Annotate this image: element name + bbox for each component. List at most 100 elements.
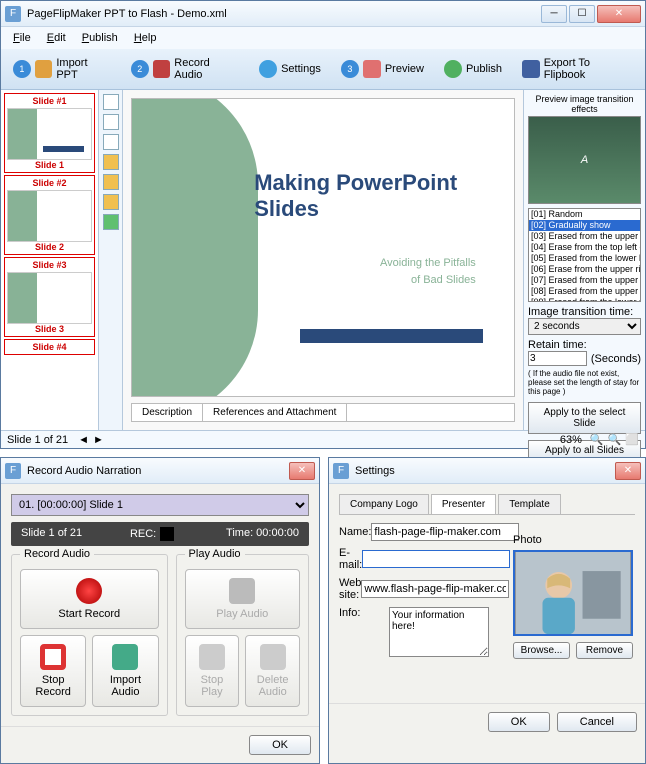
thumb-2[interactable]: Slide #2Slide 2 <box>4 175 95 255</box>
close-button[interactable]: ✕ <box>597 5 641 23</box>
menu-edit[interactable]: Edit <box>39 29 74 47</box>
stop-play-button[interactable]: Stop Play <box>185 635 240 707</box>
tab-template[interactable]: Template <box>498 494 561 514</box>
zoom-value: 63% <box>560 434 582 446</box>
transition-item[interactable]: [06] Erase from the upper right <box>529 264 640 275</box>
website-label: Web site: <box>339 577 361 601</box>
menu-bar: File Edit Publish Help <box>1 27 645 49</box>
zoom-out-icon[interactable]: 🔍 <box>590 433 604 446</box>
close-button[interactable]: ✕ <box>615 462 641 480</box>
next-slide-icon[interactable]: ► <box>93 434 104 446</box>
import-audio-icon <box>112 644 138 670</box>
delete-icon <box>260 644 286 670</box>
import-audio-button[interactable]: Import Audio <box>92 635 158 707</box>
import-ppt-button[interactable]: 1Import PPT <box>7 55 117 83</box>
transition-item[interactable]: [01] Random <box>529 209 640 220</box>
remove-button[interactable]: Remove <box>576 642 633 659</box>
menu-file[interactable]: File <box>5 29 39 47</box>
start-record-button[interactable]: Start Record <box>20 569 159 629</box>
transition-item[interactable]: [08] Erased from the upper righ <box>529 286 640 297</box>
name-field[interactable] <box>371 523 519 541</box>
ok-button[interactable]: OK <box>249 735 311 755</box>
book-icon <box>522 60 540 78</box>
pointer-tool-icon[interactable] <box>103 94 119 110</box>
photo-label: Photo <box>513 534 542 546</box>
highlight-tool-icon[interactable] <box>103 194 119 210</box>
play-icon <box>229 578 255 604</box>
prev-slide-icon[interactable]: ◄ <box>78 434 89 446</box>
export-flipbook-button[interactable]: Export To Flipbook <box>516 55 639 83</box>
transition-preview: A <box>528 116 641 204</box>
app-icon: F <box>5 463 21 479</box>
record-icon <box>76 578 102 604</box>
tab-references[interactable]: References and Attachment <box>203 404 347 421</box>
tab-company-logo[interactable]: Company Logo <box>339 494 429 514</box>
thumb-1[interactable]: Slide #1Slide 1 <box>4 93 95 173</box>
settings-title: Settings <box>355 465 613 477</box>
email-field[interactable] <box>362 550 510 568</box>
photo-group: Photo Browse... Remove <box>513 534 633 659</box>
globe-icon <box>444 60 462 78</box>
zoom-in-icon[interactable]: 🔍 <box>608 433 622 446</box>
info-field[interactable]: Your information here! <box>389 607 489 657</box>
magnify-icon <box>363 60 381 78</box>
line-tool-icon[interactable] <box>103 114 119 130</box>
import-icon <box>35 60 53 78</box>
tab-description[interactable]: Description <box>132 404 203 421</box>
transition-list[interactable]: [01] Random[02] Gradually show[03] Erase… <box>528 208 641 302</box>
transition-item[interactable]: [07] Erased from the upper righ <box>529 275 640 286</box>
record-titlebar[interactable]: F Record Audio Narration ✕ <box>1 458 319 484</box>
stop-record-button[interactable]: Stop Record <box>20 635 86 707</box>
shape-tool-icon[interactable] <box>103 174 119 190</box>
slide-preview[interactable]: Making PowerPoint Slides Avoiding the Pi… <box>131 98 515 397</box>
transition-item[interactable]: [04] Erase from the top left corn <box>529 242 640 253</box>
arrows-tool-icon[interactable] <box>103 214 119 230</box>
app-icon: F <box>333 463 349 479</box>
record-title: Record Audio Narration <box>27 465 287 477</box>
drawing-toolbar <box>99 90 123 430</box>
bottom-tabs: Description References and Attachment <box>131 403 515 422</box>
website-field[interactable] <box>361 580 509 598</box>
record-group: Record Audio Start Record Stop Record Im… <box>11 554 168 716</box>
browse-button[interactable]: Browse... <box>513 642 570 659</box>
minimize-button[interactable]: ─ <box>541 5 567 23</box>
zoom-actual-icon[interactable]: ⬜ <box>625 433 639 446</box>
stop-icon <box>40 644 66 670</box>
main-window: F PageFlipMaker PPT to Flash - Demo.xml … <box>0 0 646 449</box>
preview-button[interactable]: 3Preview <box>335 55 430 83</box>
transition-item[interactable]: [03] Erased from the upper left c <box>529 231 640 242</box>
close-button[interactable]: ✕ <box>289 462 315 480</box>
slide-editor: Making PowerPoint Slides Avoiding the Pi… <box>123 90 523 430</box>
ok-button[interactable]: OK <box>488 712 550 732</box>
main-titlebar[interactable]: F PageFlipMaker PPT to Flash - Demo.xml … <box>1 1 645 27</box>
apply-selected-button[interactable]: Apply to the select Slide <box>528 402 641 434</box>
thumbnail-panel[interactable]: Slide #1Slide 1 Slide #2Slide 2 Slide #3… <box>1 90 99 430</box>
menu-help[interactable]: Help <box>126 29 165 47</box>
slide-select[interactable]: 01. [00:00:00] Slide 1 <box>11 494 309 516</box>
transition-time-select[interactable]: 2 seconds <box>528 318 641 335</box>
delete-audio-button[interactable]: Delete Audio <box>245 635 300 707</box>
thumb-4[interactable]: Slide #4 <box>4 339 95 355</box>
main-toolbar: 1Import PPT 2Record Audio Settings 3Prev… <box>1 49 645 90</box>
play-group-label: Play Audio <box>185 548 245 560</box>
slide-counter: Slide 1 of 21 <box>7 434 68 446</box>
transition-item[interactable]: [05] Erased from the lower left c <box>529 253 640 264</box>
record-group-label: Record Audio <box>20 548 94 560</box>
maximize-button[interactable]: ☐ <box>569 5 595 23</box>
settings-button[interactable]: Settings <box>253 55 327 83</box>
email-label: E-mail: <box>339 547 362 571</box>
transition-item[interactable]: [02] Gradually show <box>529 220 640 231</box>
settings-titlebar[interactable]: F Settings ✕ <box>329 458 645 484</box>
text-tool-icon[interactable] <box>103 134 119 150</box>
menu-publish[interactable]: Publish <box>74 29 126 47</box>
transition-item[interactable]: [09] Erased from the lower righ <box>529 297 640 302</box>
rect-tool-icon[interactable] <box>103 154 119 170</box>
retain-time-input[interactable] <box>528 351 587 366</box>
thumb-3[interactable]: Slide #3Slide 3 <box>4 257 95 337</box>
play-audio-button[interactable]: Play Audio <box>185 569 300 629</box>
publish-button[interactable]: Publish <box>438 55 508 83</box>
rec-indicator: REC: <box>130 527 178 541</box>
cancel-button[interactable]: Cancel <box>557 712 637 732</box>
tab-presenter[interactable]: Presenter <box>431 494 496 514</box>
record-audio-button[interactable]: 2Record Audio <box>125 55 245 83</box>
